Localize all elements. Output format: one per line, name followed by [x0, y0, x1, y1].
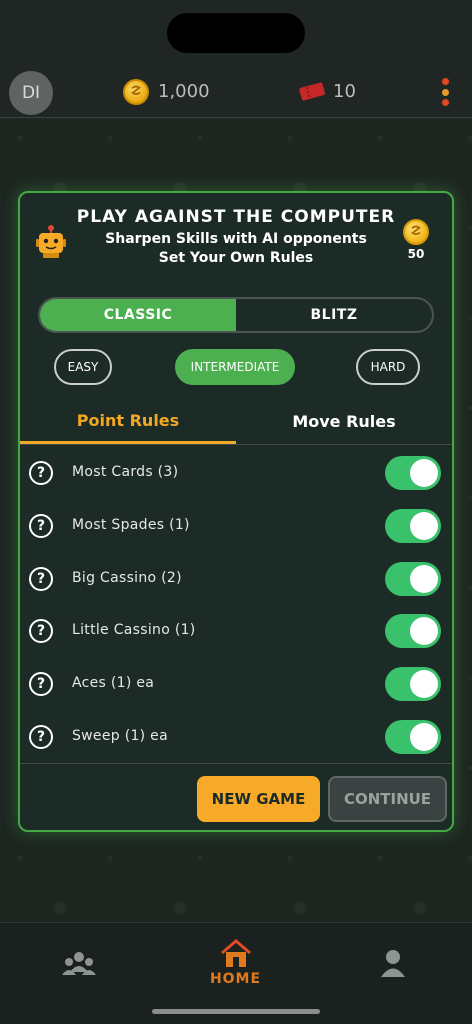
coin-balance: 1,000: [158, 81, 210, 102]
rule-label: Sweep (1) ea: [72, 727, 168, 744]
list-item: ? Most Spades (1): [20, 500, 452, 553]
mode-blitz-button[interactable]: BLITZ: [236, 299, 432, 331]
difficulty-easy-button[interactable]: EASY: [54, 349, 112, 385]
rules-tabs: Point Rules Move Rules: [20, 399, 452, 445]
nav-home-label: HOME: [209, 971, 262, 987]
new-game-button[interactable]: NEW GAME: [197, 776, 320, 822]
list-item: ? Sweep (1) ea: [20, 711, 452, 764]
ticket-balance: 10: [333, 81, 356, 102]
list-item: ? Most Cards (3): [20, 447, 452, 500]
home-indicator: [152, 1009, 320, 1014]
toggle-knob: [410, 511, 438, 540]
help-icon[interactable]: ?: [29, 619, 53, 644]
home-icon: [220, 939, 251, 967]
reward-amount: 50: [407, 247, 425, 261]
tab-move-rules[interactable]: Move Rules: [236, 399, 452, 444]
rule-toggle[interactable]: [385, 614, 441, 649]
coin-icon: [123, 79, 149, 105]
continue-button[interactable]: CONTINUE: [328, 776, 447, 822]
toggle-knob: [410, 617, 438, 646]
dynamic-island: [167, 13, 305, 53]
rule-label: Big Cassino (2): [72, 569, 182, 586]
rule-toggle[interactable]: [385, 561, 441, 596]
rule-toggle[interactable]: [385, 667, 441, 702]
rule-label: Little Cassino (1): [72, 622, 196, 639]
dialog-title: PLAY AGAINST THE COMPUTER: [76, 207, 396, 227]
toggle-knob: [410, 722, 438, 751]
difficulty-hard-button[interactable]: HARD: [356, 349, 420, 385]
toggle-knob: [410, 459, 438, 487]
list-item: ? Little Cassino (1): [20, 605, 452, 658]
status-bar-area: DI 1,000 10: [0, 0, 472, 118]
mode-classic-button[interactable]: CLASSIC: [40, 299, 236, 331]
nav-profile[interactable]: [314, 923, 471, 1003]
play-vs-computer-dialog: PLAY AGAINST THE COMPUTER Sharpen Skills…: [18, 191, 454, 832]
help-icon[interactable]: ?: [29, 513, 53, 538]
rule-label: Aces (1) ea: [72, 675, 155, 692]
game-mode-toggle: CLASSIC BLITZ: [38, 297, 434, 333]
help-icon[interactable]: ?: [29, 724, 53, 749]
rule-label: Most Cards (3): [72, 464, 179, 480]
nav-friends[interactable]: [0, 923, 157, 1003]
dialog-subtitle-2: Set Your Own Rules: [158, 250, 314, 266]
rule-toggle[interactable]: [385, 456, 441, 490]
nav-home[interactable]: HOME: [157, 923, 314, 1003]
tab-point-rules[interactable]: Point Rules: [20, 399, 236, 444]
friends-icon: [61, 952, 96, 975]
dialog-subtitle-1: Sharpen Skills with AI opponents: [105, 231, 367, 247]
point-rules-list: ? Most Cards (3) ? Most Spades (1) ? Big…: [20, 447, 452, 764]
reward-coin-icon: [403, 219, 429, 245]
list-item: ? Aces (1) ea: [20, 658, 452, 711]
rule-label: Most Spades (1): [72, 516, 190, 533]
avatar[interactable]: DI: [9, 71, 53, 115]
difficulty-intermediate-button[interactable]: INTERMEDIATE: [175, 349, 295, 385]
help-icon[interactable]: ?: [29, 461, 53, 485]
rule-toggle[interactable]: [385, 719, 441, 754]
help-icon[interactable]: ?: [29, 672, 53, 697]
profile-icon: [380, 950, 405, 977]
toggle-knob: [410, 564, 438, 593]
more-menu-icon[interactable]: [439, 78, 451, 106]
help-icon[interactable]: ?: [29, 566, 53, 591]
toggle-knob: [410, 670, 438, 699]
ticket-icon: [298, 80, 326, 102]
rule-toggle[interactable]: [385, 508, 441, 543]
divider: [20, 763, 452, 764]
list-item: ? Big Cassino (2): [20, 553, 452, 606]
